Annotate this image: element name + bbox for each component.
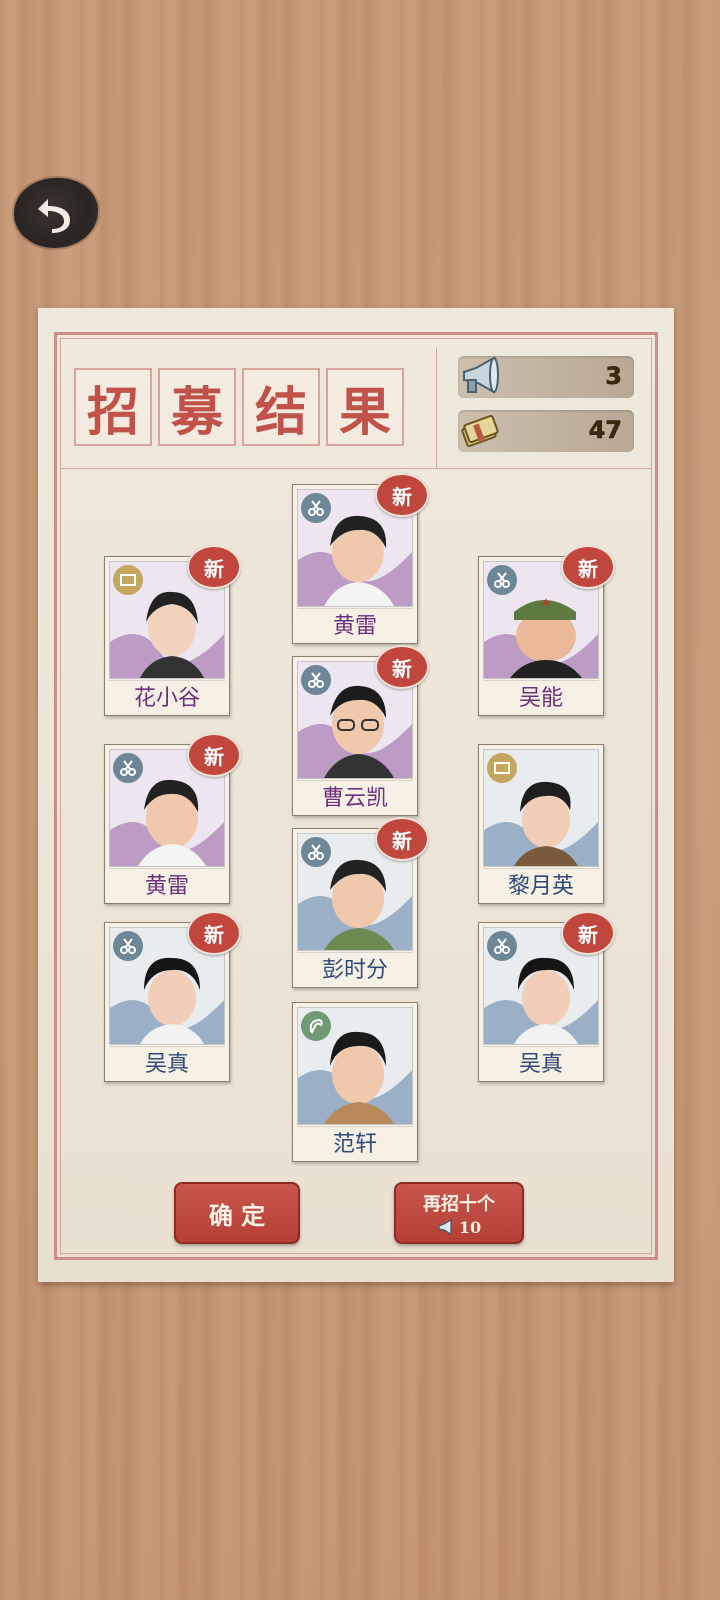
recruit-again-label: 再招十个: [423, 1193, 495, 1215]
character-name: 吴能: [483, 680, 599, 711]
megaphone-resource: 3: [458, 356, 634, 398]
character-name: 黄雷: [109, 868, 225, 899]
megaphone-icon: [463, 356, 499, 394]
scissors-icon: [487, 565, 517, 595]
character-card[interactable]: 新 黄雷: [292, 473, 429, 644]
character-name: 黄雷: [297, 608, 413, 639]
character-card[interactable]: 新 彭时分: [292, 817, 429, 988]
header-divider: [60, 468, 652, 469]
confirm-label: 确 定: [208, 1200, 266, 1230]
scissors-icon: [487, 931, 517, 961]
page-title: 招 募 结 果: [74, 368, 404, 446]
new-badge: 新: [187, 733, 241, 777]
recruit-cost: 10: [437, 1218, 481, 1237]
new-badge: 新: [187, 545, 241, 589]
title-char: 招: [74, 368, 152, 446]
character-card[interactable]: 新 吴真: [478, 911, 615, 1082]
header-divider-vertical: [436, 348, 437, 468]
sickle-icon: [301, 1011, 331, 1041]
tie-icon: [487, 753, 517, 783]
character-card[interactable]: 新 吴能: [478, 545, 615, 716]
character-name: 吴真: [483, 1046, 599, 1077]
confirm-button[interactable]: 确 定: [174, 1182, 300, 1244]
new-badge: 新: [561, 545, 615, 589]
cash-resource: 47: [458, 410, 634, 452]
new-badge: 新: [375, 473, 429, 517]
character-name: 花小谷: [109, 680, 225, 711]
title-char: 募: [158, 368, 236, 446]
character-card[interactable]: 范轩: [292, 1002, 418, 1162]
back-button[interactable]: [14, 178, 98, 248]
character-name: 黎月英: [483, 868, 599, 899]
character-card[interactable]: 新 曹云凯: [292, 645, 429, 816]
character-card[interactable]: 新 吴真: [104, 911, 241, 1082]
character-name: 吴真: [109, 1046, 225, 1077]
new-badge: 新: [187, 911, 241, 955]
character-card[interactable]: 新 黄雷: [104, 733, 241, 904]
megaphone-count: 3: [605, 362, 622, 391]
character-card[interactable]: 新 花小谷: [104, 545, 241, 716]
character-name: 彭时分: [297, 952, 413, 983]
back-arrow-icon: [38, 199, 70, 233]
new-badge: 新: [375, 645, 429, 689]
tie-icon: [113, 565, 143, 595]
character-card[interactable]: 黎月英: [478, 744, 604, 904]
cash-icon: [461, 414, 499, 448]
title-char: 果: [326, 368, 404, 446]
character-name: 曹云凯: [297, 780, 413, 811]
scissors-icon: [301, 837, 331, 867]
cash-count: 47: [588, 416, 622, 445]
scissors-icon: [113, 753, 143, 783]
character-name: 范轩: [297, 1126, 413, 1157]
scissors-icon: [301, 493, 331, 523]
megaphone-icon: [438, 1218, 452, 1236]
new-badge: 新: [375, 817, 429, 861]
title-char: 结: [242, 368, 320, 446]
scissors-icon: [113, 931, 143, 961]
recruit-cost-value: 10: [458, 1217, 482, 1237]
recruit-ten-button[interactable]: 再招十个 10: [394, 1182, 524, 1244]
scissors-icon: [301, 665, 331, 695]
new-badge: 新: [561, 911, 615, 955]
